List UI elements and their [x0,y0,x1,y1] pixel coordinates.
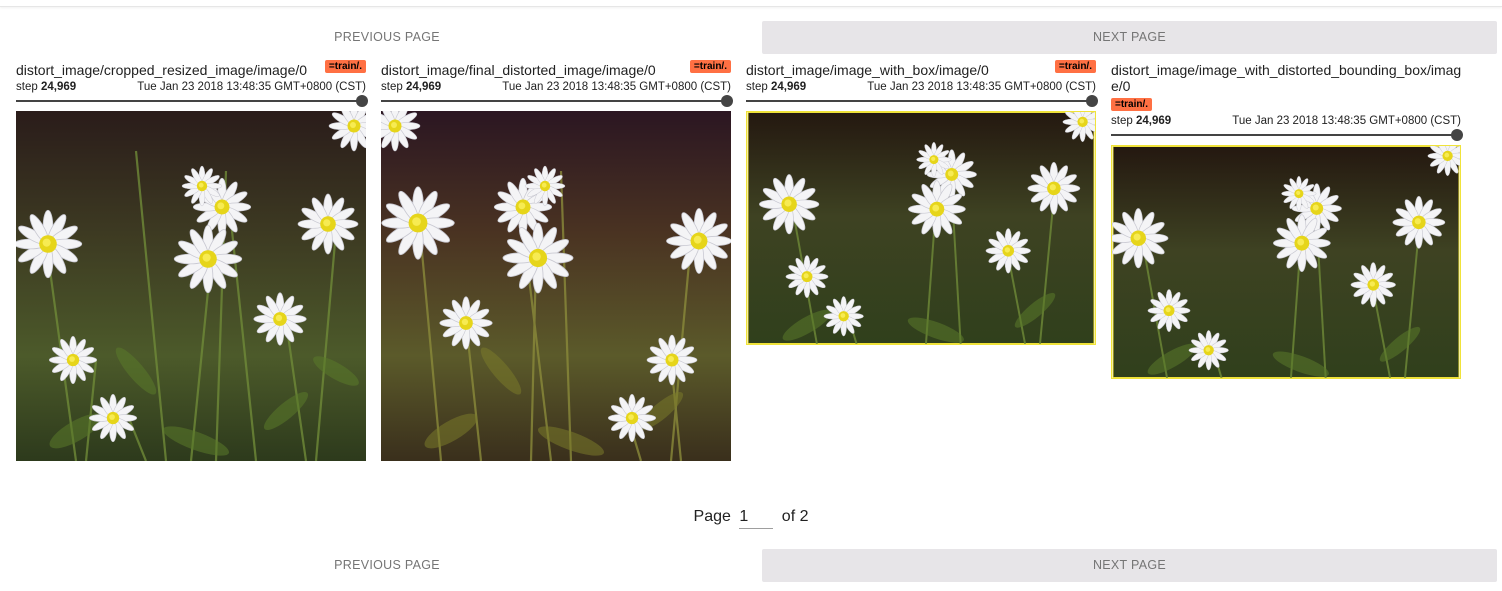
timestamp: Tue Jan 23 2018 13:48:35 GMT+0800 (CST) [1232,115,1461,127]
image-card-meta: step 24,969 Tue Jan 23 2018 13:48:35 GMT… [746,80,1098,94]
slider-knob[interactable] [721,95,733,107]
timestamp: Tue Jan 23 2018 13:48:35 GMT+0800 (CST) [137,81,366,93]
previous-page-button[interactable]: PREVIOUS PAGE [16,549,758,582]
image-card-meta: step 24,969 Tue Jan 23 2018 13:48:35 GMT… [381,80,733,94]
slider-track[interactable] [746,100,1092,102]
slider-track[interactable] [16,100,362,102]
step-value: 24,969 [770,81,807,93]
step-info: step 24,969 [381,80,441,94]
step-slider[interactable] [746,95,1098,107]
daisy-image [381,111,731,461]
slider-knob[interactable] [356,95,368,107]
pagination: Page 1 of 2 [0,508,1502,529]
image-card-meta: step 24,969 Tue Jan 23 2018 13:48:35 GMT… [1111,114,1463,128]
image-card-meta: step 24,969 Tue Jan 23 2018 13:48:35 GMT… [16,80,368,94]
step-slider[interactable] [1111,129,1463,141]
image-card: distort_image/cropped_resized_image/imag… [16,60,368,461]
step-label: step [16,81,38,93]
step-label: step [1111,115,1133,127]
daisy-image-with-box [746,111,1096,345]
step-value: 24,969 [40,81,77,93]
run-badge: =train/. [1111,98,1153,111]
image-card-title: distort_image/final_distorted_image/imag… [381,62,656,78]
slider-knob[interactable] [1086,95,1098,107]
step-label: step [746,81,768,93]
run-badge: =train/. [689,60,731,73]
next-page-button[interactable]: NEXT PAGE [762,549,1497,582]
step-value: 24,969 [1135,115,1172,127]
page-prefix: Page [693,508,731,525]
image-card: distort_image/image_with_box/image/0 =tr… [746,60,1098,345]
step-slider[interactable] [16,95,368,107]
step-info: step 24,969 [1111,114,1171,128]
run-badge: =train/. [324,60,366,73]
top-divider [0,0,1502,7]
slider-track[interactable] [381,100,727,102]
slider-track[interactable] [1111,134,1457,136]
step-info: step 24,969 [16,80,76,94]
previous-page-button[interactable]: PREVIOUS PAGE [16,21,758,54]
timestamp: Tue Jan 23 2018 13:48:35 GMT+0800 (CST) [867,81,1096,93]
page-number-input[interactable]: 1 [739,508,774,529]
image-card-title: distort_image/image_with_box/image/0 [746,62,989,78]
run-badge: =train/. [1054,60,1096,73]
image-card-title: distort_image/cropped_resized_image/imag… [16,62,308,78]
step-slider[interactable] [381,95,733,107]
next-page-button[interactable]: NEXT PAGE [762,21,1497,54]
page-total: of 2 [781,508,809,525]
daisy-image-with-distorted-box [1111,145,1461,379]
image-card: distort_image/final_distorted_image/imag… [381,60,733,461]
timestamp: Tue Jan 23 2018 13:48:35 GMT+0800 (CST) [502,81,731,93]
image-card: distort_image/image_with_distorted_bound… [1111,62,1463,379]
step-info: step 24,969 [746,80,806,94]
step-value: 24,969 [405,81,442,93]
daisy-image [16,111,366,461]
slider-knob[interactable] [1451,129,1463,141]
image-card-title: distort_image/image_with_distorted_bound… [1111,62,1462,94]
step-label: step [381,81,403,93]
